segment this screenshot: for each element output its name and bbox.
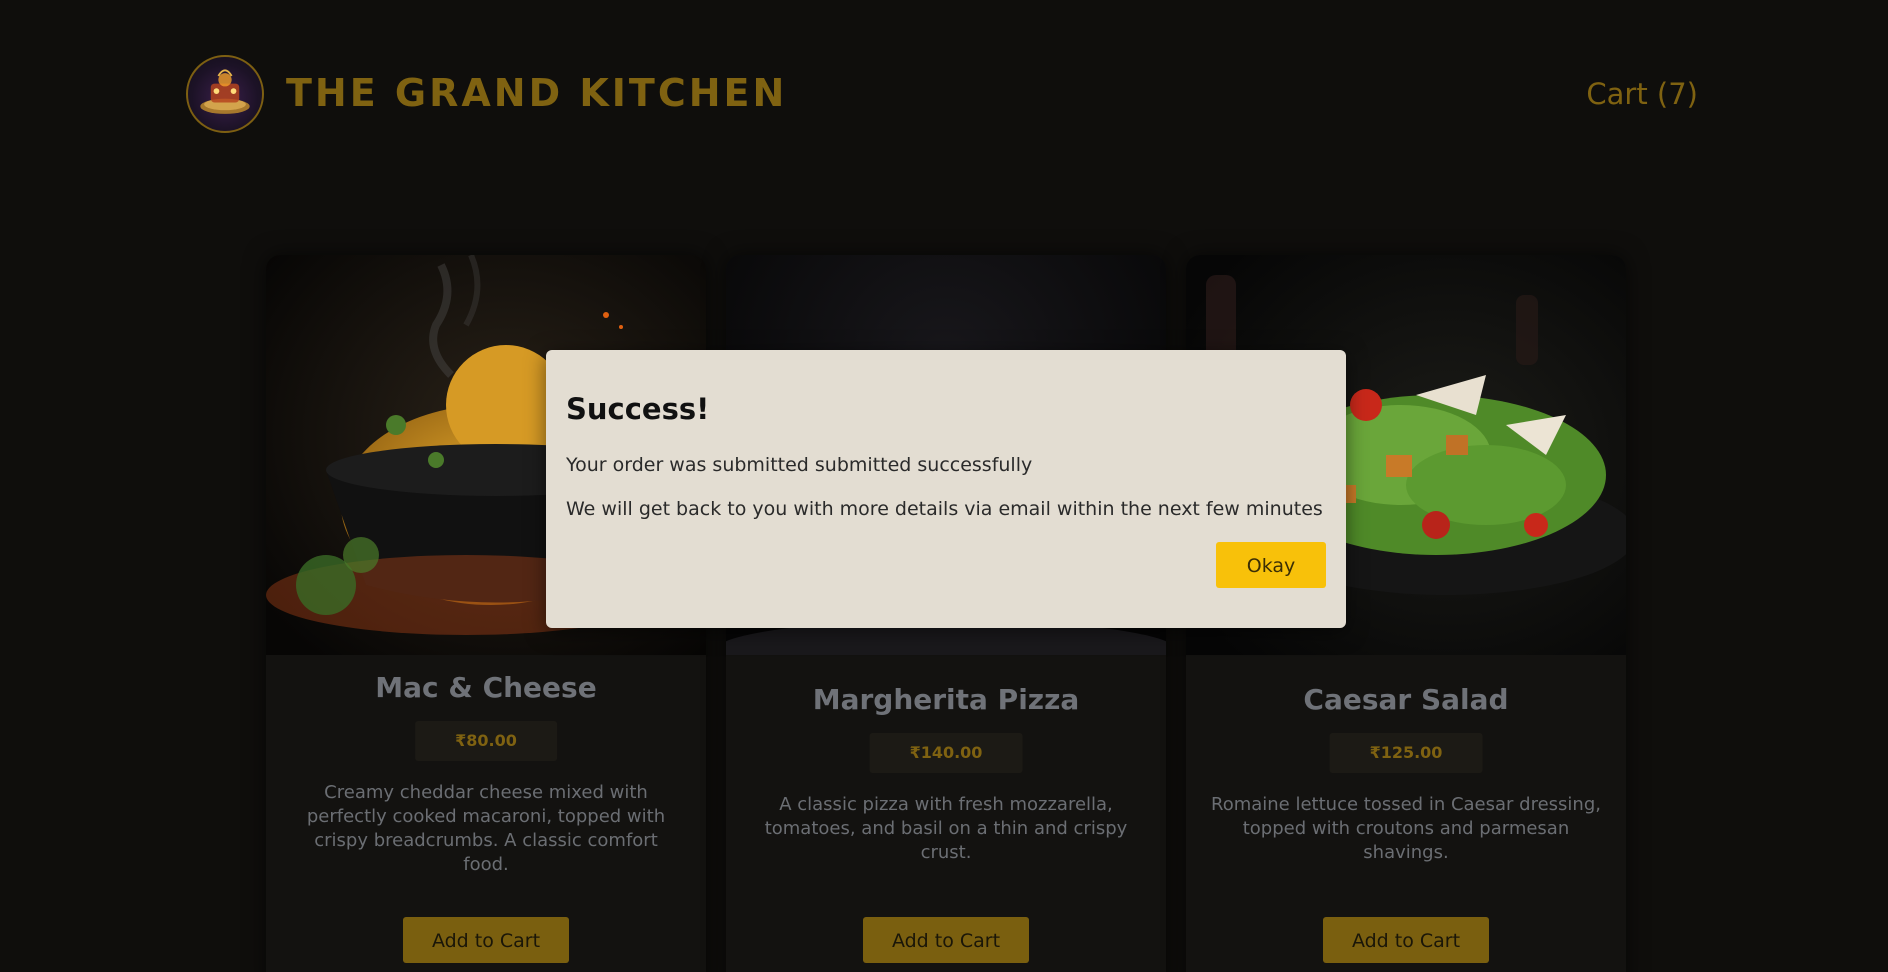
okay-button[interactable]: Okay	[1216, 542, 1326, 588]
dialog-detail: We will get back to you with more detail…	[566, 498, 1323, 520]
dialog-title: Success!	[566, 392, 710, 426]
modal-overlay: Success! Your order was submitted submit…	[0, 0, 1888, 972]
success-dialog: Success! Your order was submitted submit…	[546, 350, 1346, 628]
app-root: THE GRAND KITCHEN Cart (7) Mac & Cheese …	[0, 0, 1888, 972]
dialog-message: Your order was submitted submitted succe…	[566, 454, 1033, 476]
